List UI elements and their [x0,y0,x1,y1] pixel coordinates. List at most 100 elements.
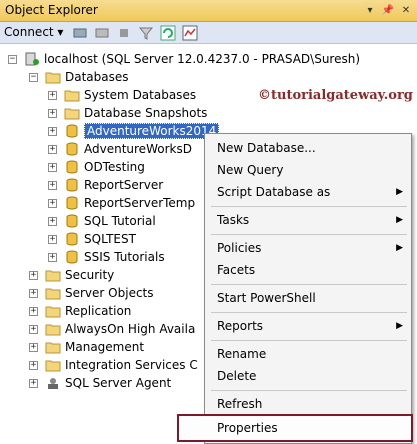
tree-node-server[interactable]: − localhost (SQL Server 12.0.4237.0 - PR… [8,50,360,68]
tree-node-replication[interactable]: + Replication [29,302,131,320]
folder-icon [45,288,61,300]
expand-icon[interactable]: + [29,324,38,334]
database-icon [66,196,78,210]
expand-icon[interactable]: + [48,216,57,226]
expand-icon[interactable]: + [48,162,57,172]
agent-icon [48,378,58,389]
watermark: ©tutorialgateway.org [258,88,413,103]
tree-node-db[interactable]: + AdventureWorks2014 [48,122,220,140]
connect-button[interactable]: Connect ▾ [4,25,63,39]
context-menu: New Database... New Query Script Databas… [177,133,413,444]
expand-icon[interactable]: + [48,90,57,100]
close-icon[interactable]: ✕ [398,2,414,18]
expand-icon[interactable]: + [29,306,38,316]
menu-item-new-query[interactable]: New Query [207,160,409,180]
menu-separator [211,284,407,285]
tree-node-alwayson[interactable]: + AlwaysOn High Availa [29,320,195,338]
menu-label: Facets [217,263,256,277]
menu-label: Properties [217,421,278,435]
folder-label: AlwaysOn High Availa [65,322,196,336]
menu-label: Refresh [217,397,263,411]
pin-icon[interactable]: 📌 [380,2,396,18]
collapse-icon[interactable]: − [8,54,17,64]
menu-item-rename[interactable]: Rename [207,344,409,364]
menu-item-tasks[interactable]: Tasks ▶ [207,210,409,230]
collapse-icon[interactable]: − [29,72,38,82]
menu-item-policies[interactable]: Policies ▶ [207,238,409,258]
activity-monitor-icon[interactable] [182,25,198,41]
databases-label: Databases [65,70,129,84]
menu-item-properties[interactable]: Properties [177,414,413,442]
folder-label: Replication [65,304,132,318]
db-label: ReportServerTemp [84,196,196,210]
tree-node-server-objects[interactable]: + Server Objects [29,284,154,302]
server-icon [25,52,39,66]
connect-icon[interactable] [72,25,88,41]
database-icon [66,142,78,156]
expand-icon[interactable]: + [29,378,38,388]
expand-icon[interactable]: + [48,234,57,244]
expand-icon[interactable]: + [48,126,57,136]
folder-label: Security [65,268,115,282]
tree-node-db[interactable]: + SQL Tutorial [48,212,156,230]
tree-node-db[interactable]: + SSIS Tutorials [48,248,165,266]
tree-node-integration-services[interactable]: + Integration Services C [29,356,198,374]
menu-item-refresh[interactable]: Refresh [207,394,409,414]
menu-item-facets[interactable]: Facets [207,260,409,280]
menu-separator [211,340,407,341]
db-label: ODTesting [84,160,145,174]
menu-item-reports[interactable]: Reports ▶ [207,316,409,336]
expand-icon[interactable]: + [29,342,38,352]
menu-item-start-powershell[interactable]: Start PowerShell [207,288,409,308]
expand-icon[interactable]: + [48,108,57,118]
stop-icon[interactable] [116,25,132,41]
menu-separator [211,312,407,313]
menu-item-new-database[interactable]: New Database... [207,138,409,158]
submenu-arrow-icon: ▶ [396,243,403,253]
tree-node-database-snapshots[interactable]: + Database Snapshots [48,104,207,122]
tree-node-system-databases[interactable]: + System Databases [48,86,196,104]
tree-node-db[interactable]: + ODTesting [48,158,145,176]
system-databases-label: System Databases [84,88,197,102]
expand-icon[interactable]: + [29,360,38,370]
database-icon [66,232,78,246]
menu-item-delete[interactable]: Delete [207,366,409,386]
refresh-icon[interactable] [160,25,176,41]
tree-node-db[interactable]: + ReportServer [48,176,163,194]
sql-agent-label: SQL Server Agent [65,376,172,390]
menu-label: New Database... [217,141,316,155]
folder-icon [45,306,61,318]
menu-separator [211,234,407,235]
object-explorer-titlebar: Object Explorer ▾ 📌 ✕ [0,0,417,22]
tree-node-sql-agent[interactable]: + SQL Server Agent [29,374,171,392]
menu-label: Reports [217,319,264,333]
database-icon [66,124,78,138]
disconnect-icon[interactable] [94,25,110,41]
tree-node-db[interactable]: + SQLTEST [48,230,136,248]
tree-node-databases[interactable]: − Databases [29,68,129,86]
window-title: Object Explorer [5,3,98,17]
database-snapshots-label: Database Snapshots [84,106,208,120]
folder-icon [64,108,80,120]
expand-icon[interactable]: + [48,252,57,262]
tree-node-db[interactable]: + ReportServerTemp [48,194,195,212]
menu-label: Delete [217,369,257,383]
dropdown-icon[interactable]: ▾ [362,2,378,18]
expand-icon[interactable]: + [48,180,57,190]
menu-label: New Query [217,163,284,177]
menu-item-script-database-as[interactable]: Script Database as ▶ [207,182,409,202]
tree-node-db[interactable]: + AdventureWorksD [48,140,192,158]
submenu-arrow-icon: ▶ [396,215,403,225]
tree-node-management[interactable]: + Management [29,338,144,356]
expand-icon[interactable]: + [29,270,38,280]
db-label: SQLTEST [84,232,136,246]
tree-node-security[interactable]: + Security [29,266,114,284]
folder-label: Server Objects [65,286,154,300]
database-icon [66,178,78,192]
expand-icon[interactable]: + [48,144,57,154]
filter-icon[interactable] [138,25,154,41]
db-label: AdventureWorks2014 [84,123,220,139]
menu-label: Start PowerShell [217,291,316,305]
expand-icon[interactable]: + [48,198,57,208]
expand-icon[interactable]: + [29,288,38,298]
